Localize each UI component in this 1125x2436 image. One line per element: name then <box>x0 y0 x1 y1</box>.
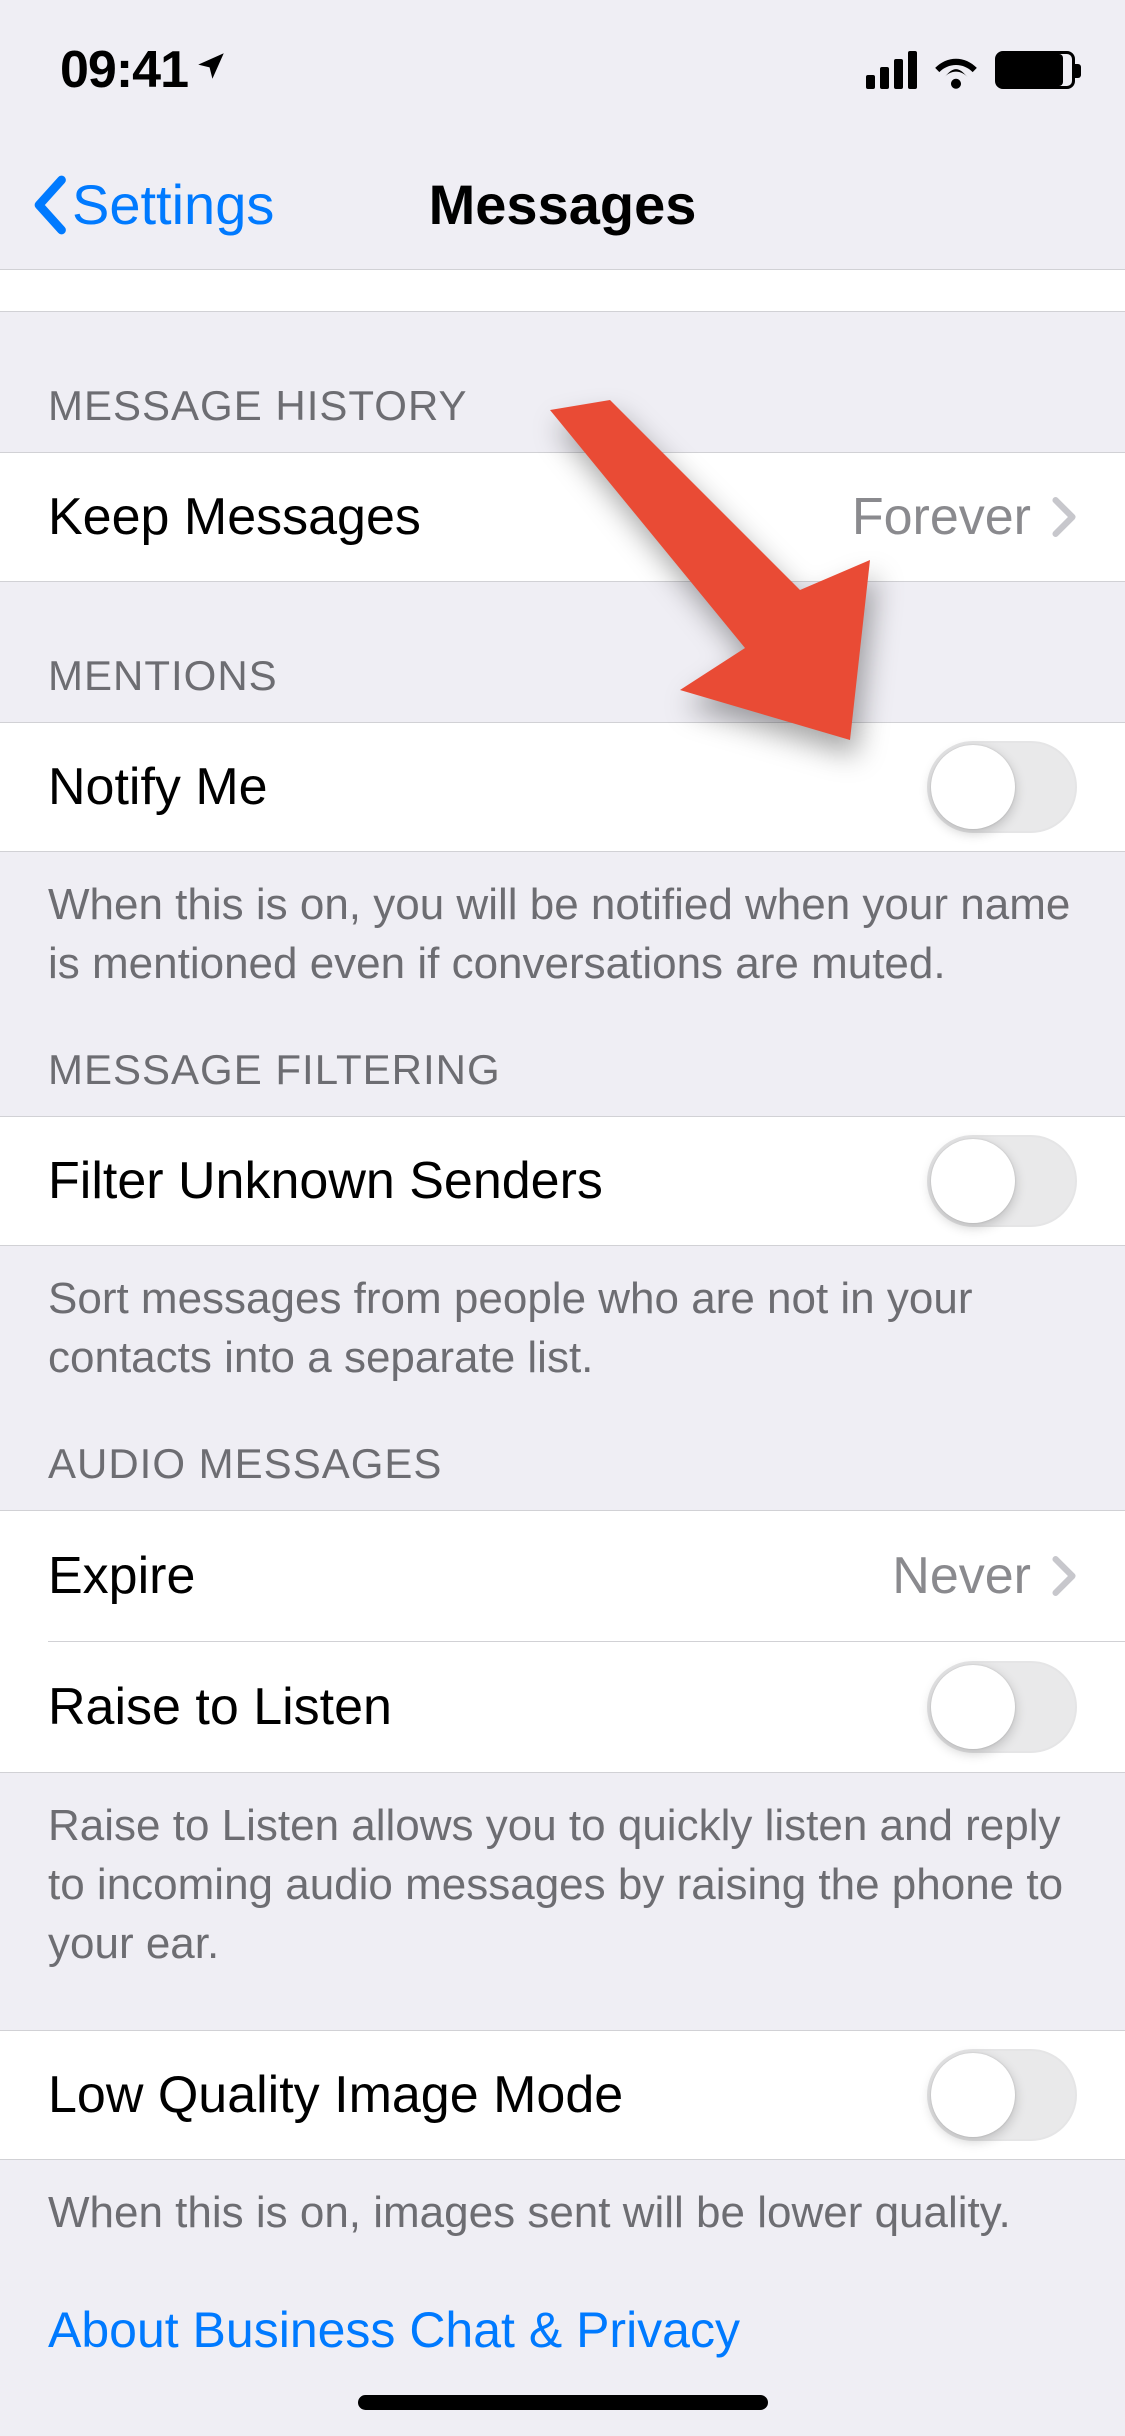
status-bar: 09:41 <box>0 0 1125 140</box>
navigation-bar: Settings Messages <box>0 140 1125 270</box>
expire-value: Never <box>892 1546 1031 1606</box>
filter-unknown-row: Filter Unknown Senders <box>0 1116 1125 1246</box>
low-quality-image-switch[interactable] <box>927 2049 1077 2141</box>
filter-unknown-label: Filter Unknown Senders <box>48 1151 927 1211</box>
notify-me-switch[interactable] <box>927 741 1077 833</box>
about-business-chat-link[interactable]: About Business Chat & Privacy <box>48 2302 740 2358</box>
page-title: Messages <box>429 172 697 237</box>
section-header-filtering: MESSAGE FILTERING <box>0 994 1125 1116</box>
section-header-mentions: MENTIONS <box>0 582 1125 722</box>
low-quality-image-row: Low Quality Image Mode <box>0 2030 1125 2160</box>
location-icon <box>194 48 228 93</box>
settings-scroll[interactable]: MESSAGE HISTORY Keep Messages Forever ME… <box>0 270 1125 2436</box>
mentions-footer: When this is on, you will be notified wh… <box>0 852 1125 994</box>
row-partial-top <box>0 270 1125 312</box>
cell-signal-icon <box>866 51 917 89</box>
chevron-right-icon <box>1051 496 1077 538</box>
audio-footer: Raise to Listen allows you to quickly li… <box>0 1773 1125 1974</box>
low-quality-image-label: Low Quality Image Mode <box>48 2065 927 2125</box>
keep-messages-value: Forever <box>852 487 1031 547</box>
notify-me-label: Notify Me <box>48 757 927 817</box>
status-time-text: 09:41 <box>60 40 188 100</box>
expire-row[interactable]: Expire Never <box>0 1511 1125 1641</box>
notify-me-row: Notify Me <box>0 722 1125 852</box>
keep-messages-row[interactable]: Keep Messages Forever <box>0 452 1125 582</box>
back-button[interactable]: Settings <box>30 172 274 237</box>
chevron-right-icon <box>1051 1555 1077 1597</box>
wifi-icon <box>931 51 981 89</box>
audio-group: Expire Never Raise to Listen <box>0 1510 1125 1773</box>
battery-icon <box>995 51 1075 89</box>
filtering-footer: Sort messages from people who are not in… <box>0 1246 1125 1388</box>
section-header-history: MESSAGE HISTORY <box>0 312 1125 452</box>
home-indicator[interactable] <box>358 2395 768 2410</box>
raise-to-listen-row: Raise to Listen <box>0 1642 1125 1772</box>
keep-messages-label: Keep Messages <box>48 487 852 547</box>
about-business-chat-row: About Business Chat & Privacy <box>0 2243 1125 2359</box>
back-button-label: Settings <box>72 172 274 237</box>
raise-to-listen-label: Raise to Listen <box>48 1677 927 1737</box>
status-time: 09:41 <box>60 40 228 100</box>
raise-to-listen-switch[interactable] <box>927 1661 1077 1753</box>
section-header-audio: AUDIO MESSAGES <box>0 1388 1125 1510</box>
low-quality-footer: When this is on, images sent will be low… <box>0 2160 1125 2243</box>
chevron-left-icon <box>30 175 68 235</box>
expire-label: Expire <box>48 1546 892 1606</box>
status-icons <box>866 51 1075 89</box>
filter-unknown-switch[interactable] <box>927 1135 1077 1227</box>
